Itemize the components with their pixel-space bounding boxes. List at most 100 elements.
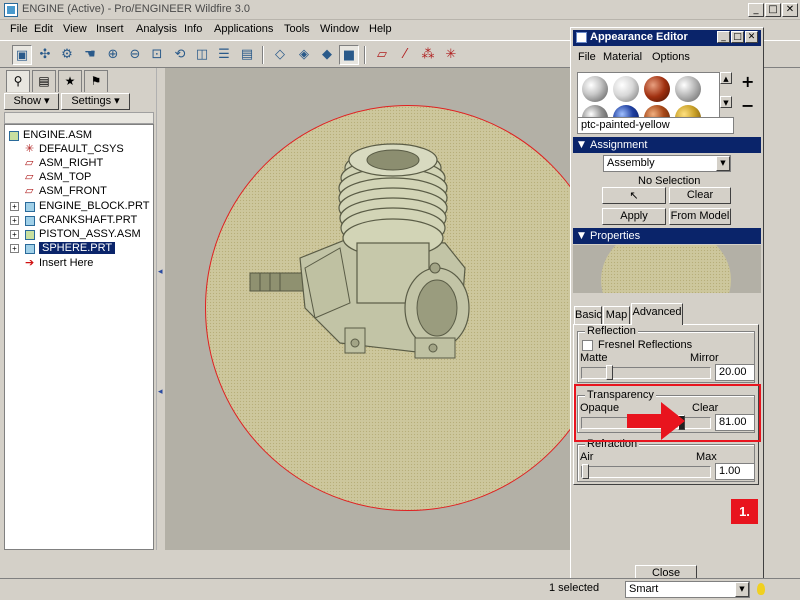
add-appearance-button[interactable]: + [741, 72, 754, 91]
part-icon [25, 202, 35, 212]
reflection-max-label: Mirror [690, 352, 719, 364]
csys-icon[interactable]: ✳ [441, 45, 461, 65]
menu-applications[interactable]: Applications [214, 23, 273, 35]
datum-plane-icon: ▱ [25, 184, 34, 197]
expand-icon[interactable]: + [10, 202, 19, 211]
close-button[interactable]: ✕ [782, 3, 798, 17]
material-name-field[interactable]: ptc-painted-yellow [577, 117, 734, 134]
graphics-window[interactable] [165, 68, 570, 550]
apply-button[interactable]: Apply [602, 208, 666, 225]
connections-tab-icon[interactable]: ⚑ [84, 70, 108, 92]
red-pointer-arrow-icon [627, 402, 685, 440]
selection-filter-dropdown[interactable]: Smart ▼ [625, 581, 750, 598]
part-icon [25, 244, 35, 254]
menu-insert[interactable]: Insert [96, 23, 124, 35]
reflection-min-label: Matte [580, 352, 608, 364]
dialog-minimize-button[interactable]: _ [717, 31, 730, 43]
reflection-slider[interactable] [581, 365, 711, 380]
reflection-slider-thumb[interactable] [606, 365, 613, 380]
model-tree: ENGINE.ASM ✳ DEFAULT_CSYS ▱ ASM_RIGHT ▱ … [4, 124, 154, 550]
dialog-maximize-button[interactable]: □ [731, 31, 744, 43]
pan-icon[interactable]: ☚ [80, 45, 100, 65]
model-tree-tab-icon[interactable]: ⚲ [6, 70, 30, 92]
tab-advanced[interactable]: Advanced [631, 303, 683, 325]
expand-icon[interactable]: + [10, 244, 19, 253]
appearance-editor-title: Appearance Editor [590, 31, 688, 43]
collapse-arrow-icon[interactable]: ◂ [158, 386, 163, 397]
datum-axes-icon[interactable]: ⁄ [395, 45, 415, 65]
window-titlebar: ENGINE (Active) - Pro/ENGINEER Wildfire … [0, 0, 800, 20]
ae-menu-file[interactable]: File [578, 51, 596, 63]
favorites-tab-icon[interactable]: ★ [58, 70, 82, 92]
zoom-out-icon[interactable]: ⊖ [125, 45, 145, 65]
remove-appearance-button[interactable]: − [741, 96, 754, 115]
selection-count: 1 selected [549, 582, 600, 594]
view-manager-icon[interactable]: ▤ [237, 45, 257, 65]
ae-menu-options[interactable]: Options [652, 51, 690, 63]
fresnel-checkbox[interactable] [582, 340, 593, 351]
show-button[interactable]: Show ▾ [4, 93, 59, 110]
shading-icon[interactable]: ■ [339, 45, 359, 65]
selection-status: No Selection [638, 175, 701, 187]
minimize-button[interactable]: _ [748, 3, 764, 17]
orient-icon[interactable]: ⚙ [57, 45, 77, 65]
tree-button-row: Show ▾ Settings ▾ [4, 93, 154, 111]
refraction-slider[interactable] [581, 464, 711, 479]
reorient-icon[interactable]: ⟲ [170, 45, 190, 65]
tab-basic[interactable]: Basic [574, 306, 602, 324]
reflection-value-field[interactable]: 20.00 [715, 364, 755, 381]
collapse-arrow-icon[interactable]: ◂ [158, 266, 163, 277]
swatch-item[interactable] [613, 76, 639, 102]
chevron-down-icon: ▼ [735, 582, 749, 597]
expand-icon[interactable]: + [10, 216, 19, 225]
menu-window[interactable]: Window [320, 23, 359, 35]
from-model-button[interactable]: From Model [669, 208, 731, 225]
appearance-editor-dialog: Appearance Editor _ □ ✕ File Material Op… [570, 27, 764, 583]
refraction-slider-thumb[interactable] [582, 464, 589, 479]
palette-scrollbar[interactable]: ▲ ▼ [719, 72, 732, 122]
menu-tools[interactable]: Tools [284, 23, 310, 35]
expand-icon[interactable]: + [10, 230, 19, 239]
dialog-close-button[interactable]: ✕ [745, 31, 758, 43]
refraction-max-label: Max [696, 451, 717, 463]
assignment-type-dropdown[interactable]: Assembly ▼ [603, 155, 731, 172]
pane-splitter[interactable]: ◂ ◂ [156, 68, 164, 550]
settings-button[interactable]: Settings ▾ [61, 93, 130, 110]
refraction-value-field[interactable]: 1.00 [715, 463, 755, 480]
repaint-icon[interactable]: ▣ [12, 45, 32, 65]
toolbar-separator [364, 46, 366, 64]
zoom-in-icon[interactable]: ⊕ [103, 45, 123, 65]
swatch-item[interactable] [582, 76, 608, 102]
menu-analysis[interactable]: Analysis [136, 23, 177, 35]
menu-help[interactable]: Help [369, 23, 392, 35]
scroll-up-icon[interactable]: ▲ [720, 72, 732, 84]
maximize-button[interactable]: □ [765, 3, 781, 17]
datum-planes-icon[interactable]: ▱ [372, 45, 392, 65]
menu-info[interactable]: Info [184, 23, 202, 35]
saved-views-icon[interactable]: ◫ [192, 45, 212, 65]
no-hidden-icon[interactable]: ◆ [317, 45, 337, 65]
assignment-header[interactable]: ▼ Assignment [573, 137, 761, 153]
clear-assignment-button[interactable]: Clear [669, 187, 731, 204]
fresnel-label: Fresnel Reflections [598, 339, 693, 351]
scroll-down-icon[interactable]: ▼ [720, 96, 732, 108]
layers-icon[interactable]: ☰ [214, 45, 234, 65]
ae-menu-material[interactable]: Material [603, 51, 642, 63]
properties-header[interactable]: ▼ Properties [573, 228, 761, 244]
select-arrow-button[interactable]: ↖ [602, 187, 666, 204]
hidden-line-icon[interactable]: ◈ [294, 45, 314, 65]
swatch-item[interactable] [675, 76, 701, 102]
spin-center-icon[interactable]: ✣ [35, 45, 55, 65]
datum-points-icon[interactable]: ⁂ [418, 45, 438, 65]
preview-sphere [601, 245, 731, 293]
wireframe-icon[interactable]: ◇ [270, 45, 290, 65]
tab-map[interactable]: Map [603, 306, 630, 324]
menu-file[interactable]: File [10, 23, 28, 35]
menu-view[interactable]: View [63, 23, 87, 35]
step-badge: 1. [731, 499, 758, 524]
datum-plane-icon: ▱ [25, 156, 34, 169]
refit-icon[interactable]: ⊡ [147, 45, 167, 65]
folder-browser-tab-icon[interactable]: ▤ [32, 70, 56, 92]
swatch-item[interactable] [644, 76, 670, 102]
menu-edit[interactable]: Edit [34, 23, 53, 35]
